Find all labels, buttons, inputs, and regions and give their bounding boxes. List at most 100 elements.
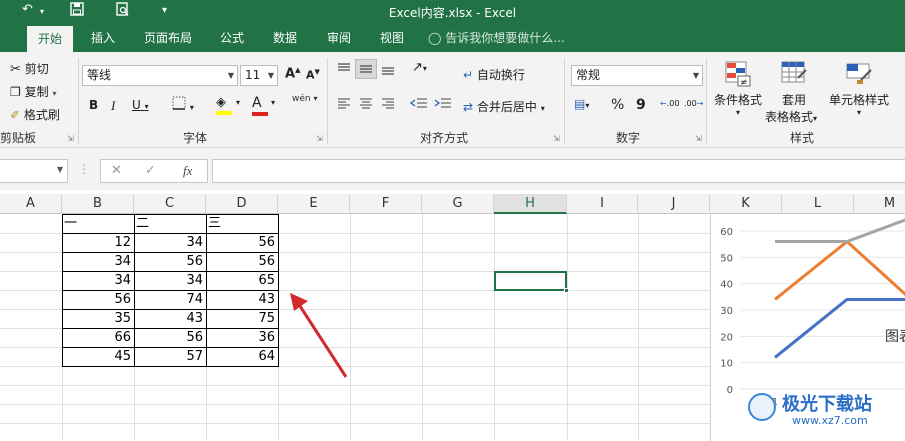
table-cell[interactable]: 56 [134, 252, 206, 271]
font-name-select[interactable]: 等线 ▼ [82, 65, 238, 86]
increase-indent-icon[interactable] [434, 97, 452, 114]
accounting-format-button[interactable]: ▤▾ [574, 97, 589, 111]
table-cell[interactable]: 65 [206, 271, 278, 290]
wrap-text-button[interactable]: ↵ 自动换行 [463, 66, 525, 83]
tell-me-box[interactable]: ◯ 告诉我你想要做什么... [428, 24, 578, 52]
column-gridline [494, 214, 495, 441]
tab-page-layout[interactable]: 页面布局 [138, 24, 198, 52]
table-cell[interactable]: 35 [62, 309, 134, 328]
table-cell[interactable]: 34 [134, 233, 206, 252]
table-cell[interactable]: 43 [134, 309, 206, 328]
fill-handle[interactable] [564, 288, 569, 293]
column-header-G[interactable]: G [422, 194, 494, 214]
tab-review[interactable]: 审阅 [319, 24, 359, 52]
column-header-F[interactable]: F [350, 194, 422, 214]
table-cell[interactable]: 74 [134, 290, 206, 309]
percent-button[interactable]: % [611, 97, 624, 113]
font-size-select[interactable]: 11 ▼ [240, 65, 278, 86]
table-cell[interactable]: 56 [134, 328, 206, 347]
number-launcher-icon[interactable]: ⇲ [695, 134, 702, 143]
fill-color-button[interactable]: ◈ [216, 95, 232, 115]
decrease-decimal-button[interactable]: .00→ [684, 99, 703, 108]
bold-button[interactable]: B [89, 98, 98, 112]
align-right-icon[interactable] [380, 97, 396, 114]
align-left-icon[interactable] [336, 97, 352, 114]
table-cell[interactable]: 34 [134, 271, 206, 290]
column-header-J[interactable]: J [638, 194, 710, 214]
alignment-launcher-icon[interactable]: ⇲ [553, 134, 560, 143]
increase-decimal-button[interactable]: ←.00 [660, 99, 679, 108]
column-header-E[interactable]: E [278, 194, 350, 214]
column-header-D[interactable]: D [206, 194, 278, 214]
table-cell[interactable]: 45 [62, 347, 134, 366]
table-header-cell[interactable]: 三 [206, 214, 278, 233]
clipboard-launcher-icon[interactable]: ⇲ [67, 134, 74, 143]
shrink-font-button[interactable]: A▼ [306, 68, 320, 82]
insert-function-icon[interactable]: fx [183, 163, 192, 179]
formula-input[interactable] [212, 159, 905, 183]
name-box[interactable]: ▼ [0, 159, 68, 183]
decrease-indent-icon[interactable] [409, 97, 428, 114]
cancel-icon[interactable]: ✕ [111, 163, 122, 178]
table-cell[interactable]: 56 [206, 252, 278, 271]
table-cell[interactable]: 57 [134, 347, 206, 366]
table-header-cell[interactable]: 二 [134, 214, 206, 233]
table-cell[interactable]: 12 [62, 233, 134, 252]
format-painter-button[interactable]: ✐ 格式刷 [10, 106, 60, 123]
column-gridline [422, 214, 423, 441]
font-launcher-icon[interactable]: ⇲ [316, 134, 323, 143]
fill-color-dropdown-icon[interactable]: ▾ [236, 98, 240, 107]
copy-dropdown-icon[interactable]: ▾ [52, 89, 56, 98]
column-header-L[interactable]: L [782, 194, 854, 214]
underline-button[interactable]: U ▾ [132, 98, 149, 112]
bottom-align-icon[interactable] [380, 62, 396, 79]
column-header-I[interactable]: I [567, 194, 638, 214]
tab-formulas[interactable]: 公式 [212, 24, 252, 52]
grow-font-button[interactable]: A▲ [285, 66, 300, 81]
italic-button[interactable]: I [111, 98, 115, 114]
copy-button[interactable]: ❐ 复制 ▾ [10, 83, 56, 100]
series-line-2[interactable] [774, 240, 905, 301]
font-color-dropdown-icon[interactable]: ▾ [271, 98, 275, 107]
table-cell[interactable]: 36 [206, 328, 278, 347]
middle-align-icon[interactable] [355, 59, 377, 79]
copy-label: 复制 [24, 85, 49, 99]
orientation-icon[interactable]: ↗▾ [412, 60, 427, 75]
table-header-cell[interactable]: 一 [62, 214, 134, 233]
column-header-K[interactable]: K [710, 194, 782, 214]
table-cell[interactable]: 75 [206, 309, 278, 328]
cut-button[interactable]: ✂ 剪切 [10, 60, 49, 77]
selected-cell[interactable] [494, 271, 567, 291]
font-color-button[interactable]: A [252, 95, 268, 116]
table-cell[interactable]: 43 [206, 290, 278, 309]
tab-home[interactable]: 开始 [27, 26, 73, 52]
cut-label: 剪切 [24, 62, 49, 76]
align-center-icon[interactable] [358, 97, 374, 114]
table-cell[interactable]: 64 [206, 347, 278, 366]
column-header-A[interactable]: A [0, 194, 62, 214]
phonetic-button[interactable]: wén ▾ [292, 94, 318, 104]
tab-view[interactable]: 视图 [372, 24, 412, 52]
tab-insert[interactable]: 插入 [80, 24, 126, 52]
column-header-B[interactable]: B [62, 194, 134, 214]
table-cell[interactable]: 34 [62, 252, 134, 271]
borders-button[interactable]: ▾ [172, 96, 194, 113]
confirm-icon[interactable]: ✓ [145, 163, 156, 178]
conditional-format-button[interactable]: ≠ 条件格式 ▾ [712, 60, 764, 117]
comma-button[interactable]: 9 [636, 97, 646, 113]
top-align-icon[interactable] [336, 62, 352, 79]
column-header-M[interactable]: M [854, 194, 905, 214]
table-cell[interactable]: 66 [62, 328, 134, 347]
divider [78, 58, 79, 144]
series-line-3[interactable] [775, 218, 905, 244]
tab-data[interactable]: 数据 [265, 24, 305, 52]
format-as-table-button[interactable]: 套用 表格格式▾ [765, 60, 822, 125]
column-header-C[interactable]: C [134, 194, 206, 214]
merge-center-button[interactable]: ⇄ 合并后居中 ▾ [463, 98, 545, 115]
cell-styles-button[interactable]: 单元格样式 ▾ [826, 60, 892, 117]
table-cell[interactable]: 56 [206, 233, 278, 252]
table-cell[interactable]: 56 [62, 290, 134, 309]
column-header-H[interactable]: H [494, 194, 567, 214]
number-format-select[interactable]: 常规 ▼ [571, 65, 703, 86]
table-cell[interactable]: 34 [62, 271, 134, 290]
